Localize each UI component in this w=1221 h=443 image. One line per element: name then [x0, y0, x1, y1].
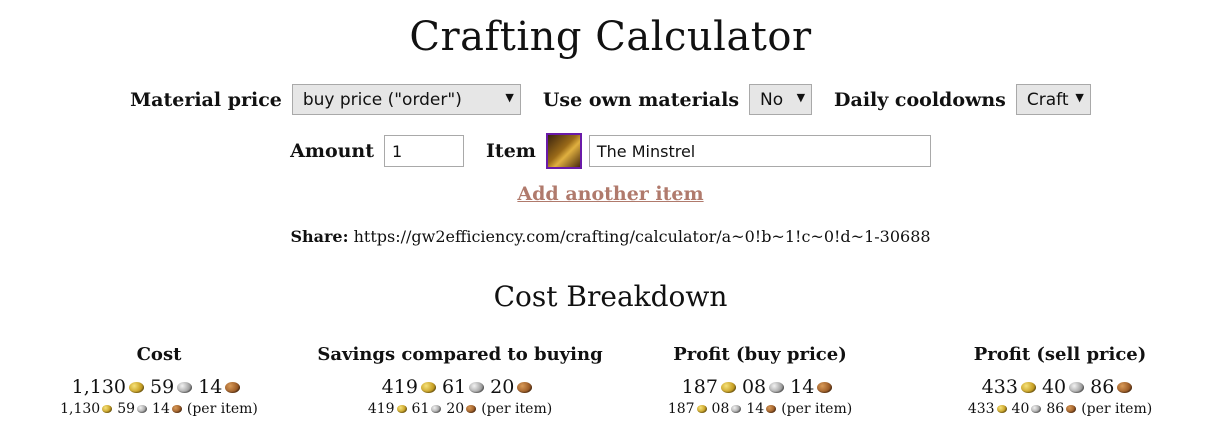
- cost-breakdown-title: Cost Breakdown: [493, 280, 728, 313]
- page-title: Crafting Calculator: [409, 14, 812, 60]
- copper-value: 20: [490, 376, 515, 398]
- gold-value: 187: [667, 401, 695, 417]
- profit-buy-column: Profit (buy price) 187 08 14 187 08 14 (…: [610, 343, 910, 419]
- copper-coin-icon: [517, 381, 533, 393]
- gold-coin-icon: [129, 381, 145, 393]
- savings-column: Savings compared to buying 419 61 20 419…: [310, 343, 610, 419]
- amount-input[interactable]: 1: [384, 135, 465, 167]
- copper-value: 14: [152, 401, 170, 417]
- copper-value: 14: [790, 376, 815, 398]
- copper-value: 86: [1046, 401, 1065, 417]
- gold-coin-icon: [696, 405, 707, 413]
- silver-coin-icon: [177, 381, 193, 393]
- copper-coin-icon: [817, 381, 833, 393]
- silver-coin-icon: [431, 405, 442, 413]
- use-own-materials-value: No: [760, 89, 784, 110]
- silver-value: 59: [150, 376, 175, 398]
- daily-cooldowns-label: Daily cooldowns: [834, 88, 1006, 111]
- copper-coin-icon: [466, 405, 477, 413]
- item-row: Amount 1 Item The Minstrel: [0, 133, 1221, 169]
- gold-value: 1,130: [71, 376, 127, 398]
- cost-column: Cost 1,130 59 14 1,130 59 14 (per item): [9, 343, 309, 419]
- daily-cooldowns-select[interactable]: Craft ▼: [1015, 84, 1091, 115]
- per-item-label: (per item): [781, 401, 853, 417]
- item-label: Item: [486, 140, 536, 162]
- per-item-amount: 419 61 20 (per item): [310, 399, 610, 419]
- copper-value: 14: [746, 401, 765, 417]
- profit-sell-column: Profit (sell price) 433 40 86 433 40 86 …: [910, 343, 1210, 419]
- gold-value: 433: [981, 376, 1018, 398]
- add-another-item-link[interactable]: Add another item: [0, 183, 1221, 205]
- gold-coin-icon: [396, 405, 407, 413]
- copper-value: 14: [198, 376, 223, 398]
- gold-value: 433: [967, 401, 995, 417]
- silver-value: 61: [441, 376, 467, 398]
- per-item-amount: 433 40 86 (per item): [910, 399, 1210, 419]
- share-url[interactable]: https://gw2efficiency.com/crafting/calcu…: [354, 227, 931, 246]
- total-amount: 419 61 20: [310, 375, 610, 399]
- options-row: Material price buy price ("order") ▼ Use…: [0, 84, 1221, 115]
- per-item-amount: 187 08 14 (per item): [610, 399, 910, 419]
- daily-cooldowns-value: Craft: [1026, 89, 1069, 110]
- column-heading: Profit (sell price): [973, 344, 1147, 365]
- silver-value: 59: [117, 401, 136, 417]
- silver-coin-icon: [1031, 405, 1042, 413]
- gold-value: 1,130: [60, 401, 101, 417]
- silver-coin-icon: [731, 405, 742, 413]
- silver-value: 08: [711, 401, 730, 417]
- copper-coin-icon: [171, 405, 182, 413]
- silver-coin-icon: [1069, 381, 1085, 393]
- item-value: The Minstrel: [596, 141, 696, 161]
- gold-coin-icon: [720, 381, 736, 393]
- gold-coin-icon: [1020, 381, 1036, 393]
- per-item-label: (per item): [186, 401, 258, 417]
- gold-coin-icon: [102, 405, 113, 413]
- copper-value: 20: [446, 401, 465, 417]
- silver-value: 40: [1041, 376, 1067, 398]
- copper-coin-icon: [766, 405, 777, 413]
- share-label: Share:: [290, 227, 349, 246]
- per-item-label: (per item): [481, 401, 553, 417]
- silver-coin-icon: [137, 405, 148, 413]
- amount-value: 1: [392, 141, 403, 161]
- gold-value: 419: [381, 376, 418, 398]
- per-item-amount: 1,130 59 14 (per item): [9, 399, 309, 419]
- total-amount: 187 08 14: [610, 375, 910, 399]
- material-price-label: Material price: [130, 88, 282, 111]
- copper-coin-icon: [1117, 381, 1133, 393]
- silver-value: 40: [1011, 401, 1030, 417]
- silver-value: 08: [741, 376, 767, 398]
- chevron-down-icon: ▼: [505, 91, 514, 104]
- silver-coin-icon: [469, 381, 485, 393]
- material-price-value: buy price ("order"): [302, 89, 462, 110]
- the-minstrel-item-icon[interactable]: [545, 133, 582, 169]
- column-heading: Savings compared to buying: [317, 344, 603, 365]
- gold-coin-icon: [420, 381, 436, 393]
- gold-coin-icon: [996, 405, 1007, 413]
- total-amount: 1,130 59 14: [9, 375, 309, 399]
- silver-value: 61: [411, 401, 430, 417]
- copper-coin-icon: [225, 381, 241, 393]
- chevron-down-icon: ▼: [1075, 91, 1084, 104]
- use-own-materials-select[interactable]: No ▼: [749, 84, 813, 115]
- chevron-down-icon: ▼: [796, 91, 806, 104]
- amount-label: Amount: [290, 140, 375, 162]
- gold-value: 419: [367, 401, 395, 417]
- copper-value: 86: [1090, 376, 1115, 398]
- copper-coin-icon: [1066, 405, 1077, 413]
- column-heading: Cost: [136, 344, 182, 365]
- use-own-materials-label: Use own materials: [542, 88, 740, 111]
- silver-coin-icon: [769, 381, 785, 393]
- item-input[interactable]: The Minstrel: [588, 135, 931, 167]
- share-line: Share: https://gw2efficiency.com/craftin…: [0, 227, 1221, 246]
- per-item-label: (per item): [1081, 401, 1153, 417]
- total-amount: 433 40 86: [910, 375, 1210, 399]
- column-heading: Profit (buy price): [673, 344, 847, 365]
- material-price-select[interactable]: buy price ("order") ▼: [291, 84, 521, 115]
- gold-value: 187: [681, 376, 718, 398]
